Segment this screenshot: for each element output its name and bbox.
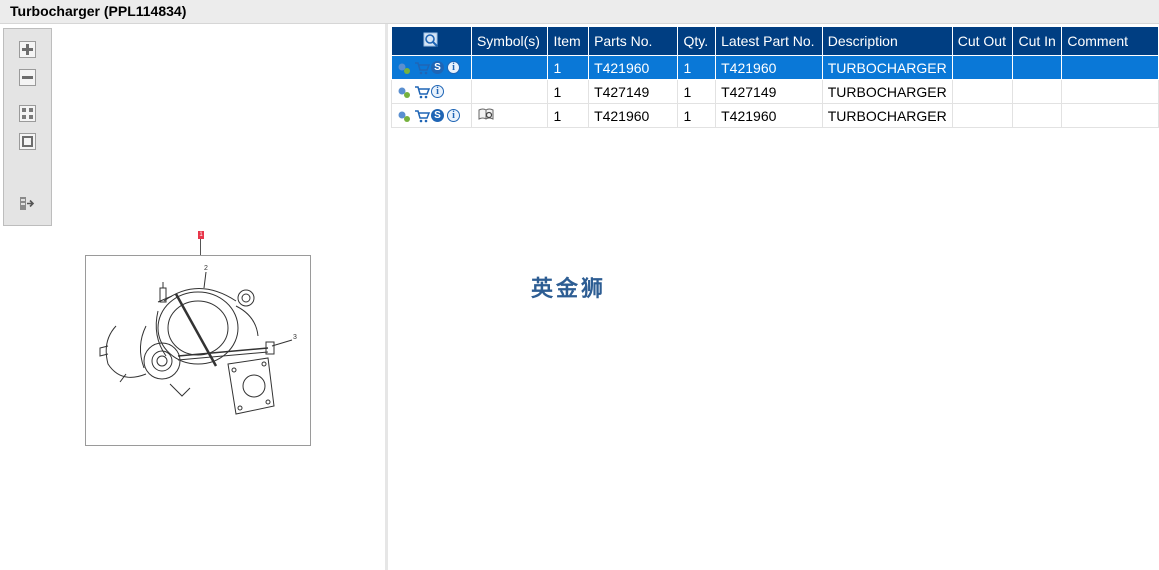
export-icon <box>20 197 35 210</box>
zoom-out-button[interactable] <box>19 69 36 86</box>
column-header-description[interactable]: Description <box>821 26 953 56</box>
table-row[interactable]: S i 1 T421960 1 T421960 TURBOCHARGER <box>391 103 1159 128</box>
cut-in-cell <box>1012 79 1063 104</box>
column-header-comment[interactable]: Comment <box>1061 26 1159 56</box>
column-header-symbols[interactable]: Symbol(s) <box>470 26 549 56</box>
page-title: Turbocharger (PPL114834) <box>10 3 187 19</box>
info-icon[interactable]: i <box>431 85 444 98</box>
s-icon[interactable]: S <box>431 109 444 122</box>
turbocharger-illustration: 2 3 <box>99 265 297 415</box>
row-icons-cell: S i <box>391 55 472 80</box>
item-cell: 1 <box>547 103 590 128</box>
description-cell: TURBOCHARGER <box>821 79 953 104</box>
comment-cell <box>1061 79 1159 104</box>
gears-icon[interactable] <box>397 85 411 99</box>
zoom-in-button[interactable] <box>19 41 36 58</box>
parts-no-cell: T421960 <box>588 103 679 128</box>
info-icon[interactable]: i <box>447 109 460 122</box>
cut-in-cell <box>1012 55 1063 80</box>
comment-cell <box>1061 55 1159 80</box>
row-icons-cell: i <box>391 79 472 104</box>
minus-icon <box>22 76 33 79</box>
column-header-cut-in[interactable]: Cut In <box>1012 26 1063 56</box>
parts-catalog-window: Turbocharger (PPL114834) 1 2 3 Symbol(s)… <box>0 0 1159 570</box>
parts-no-cell: T421960 <box>588 55 679 80</box>
search-parts-icon <box>423 32 439 47</box>
latest-part-no-cell: T421960 <box>715 55 823 80</box>
latest-part-no-cell: T421960 <box>715 103 823 128</box>
callout-3[interactable]: 3 <box>293 334 297 341</box>
column-header-cut-out[interactable]: Cut Out <box>951 26 1014 56</box>
zoom-toolbar <box>3 28 52 226</box>
export-button[interactable] <box>19 195 36 212</box>
title-bar: Turbocharger (PPL114834) <box>0 0 1159 24</box>
cart-icon[interactable] <box>414 109 431 123</box>
qty-cell: 1 <box>677 103 717 128</box>
cut-out-cell <box>951 55 1014 80</box>
cut-in-cell <box>1012 103 1063 128</box>
info-icon[interactable]: i <box>447 61 460 74</box>
description-cell: TURBOCHARGER <box>821 55 953 80</box>
book-icon[interactable] <box>477 107 494 121</box>
column-header-parts-no[interactable]: Parts No. <box>588 26 679 56</box>
grid-icon <box>22 108 33 119</box>
callout-1[interactable]: 1 <box>198 231 204 239</box>
callout-leader-line <box>200 239 201 255</box>
watermark-text: 英金狮 <box>531 277 607 302</box>
column-header-icons[interactable] <box>391 26 472 56</box>
item-cell: 1 <box>547 55 590 80</box>
qty-cell: 1 <box>677 55 717 80</box>
parts-list-pane: Symbol(s) Item Parts No. Qty. Latest Par… <box>391 24 1159 570</box>
illustration-pane[interactable]: 1 2 3 <box>0 24 388 570</box>
turbocharger-drawing[interactable]: 2 3 <box>85 255 311 446</box>
fit-window-button[interactable] <box>19 133 36 150</box>
fit-all-button[interactable] <box>19 105 36 122</box>
cart-icon[interactable] <box>414 85 431 99</box>
cart-icon[interactable] <box>414 61 431 75</box>
description-cell: TURBOCHARGER <box>821 103 953 128</box>
table-row[interactable]: i 1 T427149 1 T427149 TURBOCHARGER <box>391 79 1159 104</box>
column-header-item[interactable]: Item <box>547 26 590 56</box>
square-icon <box>22 136 33 147</box>
item-cell: 1 <box>547 79 590 104</box>
gears-icon[interactable] <box>397 61 411 75</box>
row-icons-cell: S i <box>391 103 472 128</box>
cut-out-cell <box>951 103 1014 128</box>
plus-icon <box>22 44 33 55</box>
symbol-cell <box>470 103 549 128</box>
table-header-row: Symbol(s) Item Parts No. Qty. Latest Par… <box>391 26 1159 56</box>
callout-2[interactable]: 2 <box>204 265 208 272</box>
table-row[interactable]: S i 1 T421960 1 T421960 TURBOCHARGER <box>391 55 1159 80</box>
parts-table: Symbol(s) Item Parts No. Qty. Latest Par… <box>391 26 1159 128</box>
s-icon[interactable]: S <box>431 61 444 74</box>
gears-icon[interactable] <box>397 109 411 123</box>
symbol-cell <box>470 79 549 104</box>
column-header-latest-part-no[interactable]: Latest Part No. <box>715 26 823 56</box>
comment-cell <box>1061 103 1159 128</box>
cut-out-cell <box>951 79 1014 104</box>
parts-no-cell: T427149 <box>588 79 679 104</box>
qty-cell: 1 <box>677 79 717 104</box>
latest-part-no-cell: T427149 <box>715 79 823 104</box>
column-header-qty[interactable]: Qty. <box>677 26 717 56</box>
symbol-cell <box>470 55 549 80</box>
